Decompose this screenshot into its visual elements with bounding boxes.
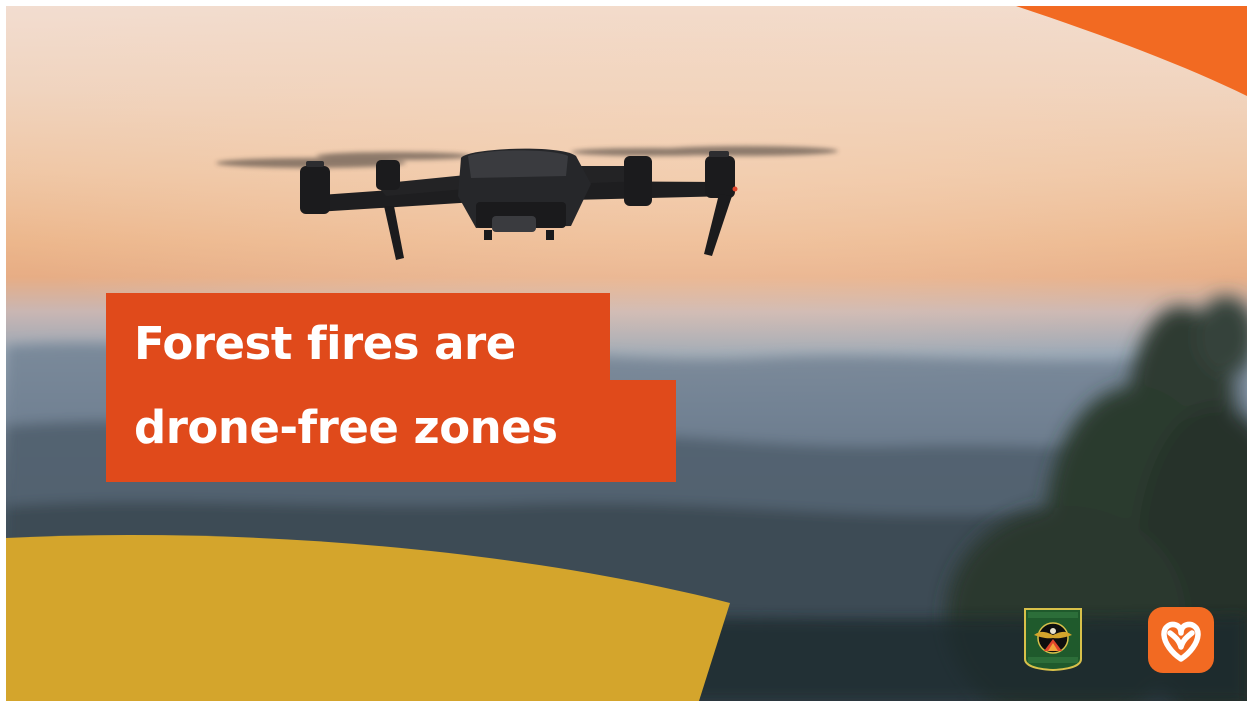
headline-line-2: drone-free zones	[106, 380, 676, 482]
social-card: Forest fires are drone-free zones	[6, 6, 1247, 701]
headline-line-1: Forest fires are	[106, 293, 610, 390]
ministry-badge-icon	[1024, 608, 1082, 671]
ontario-trillium-icon	[1148, 607, 1214, 673]
